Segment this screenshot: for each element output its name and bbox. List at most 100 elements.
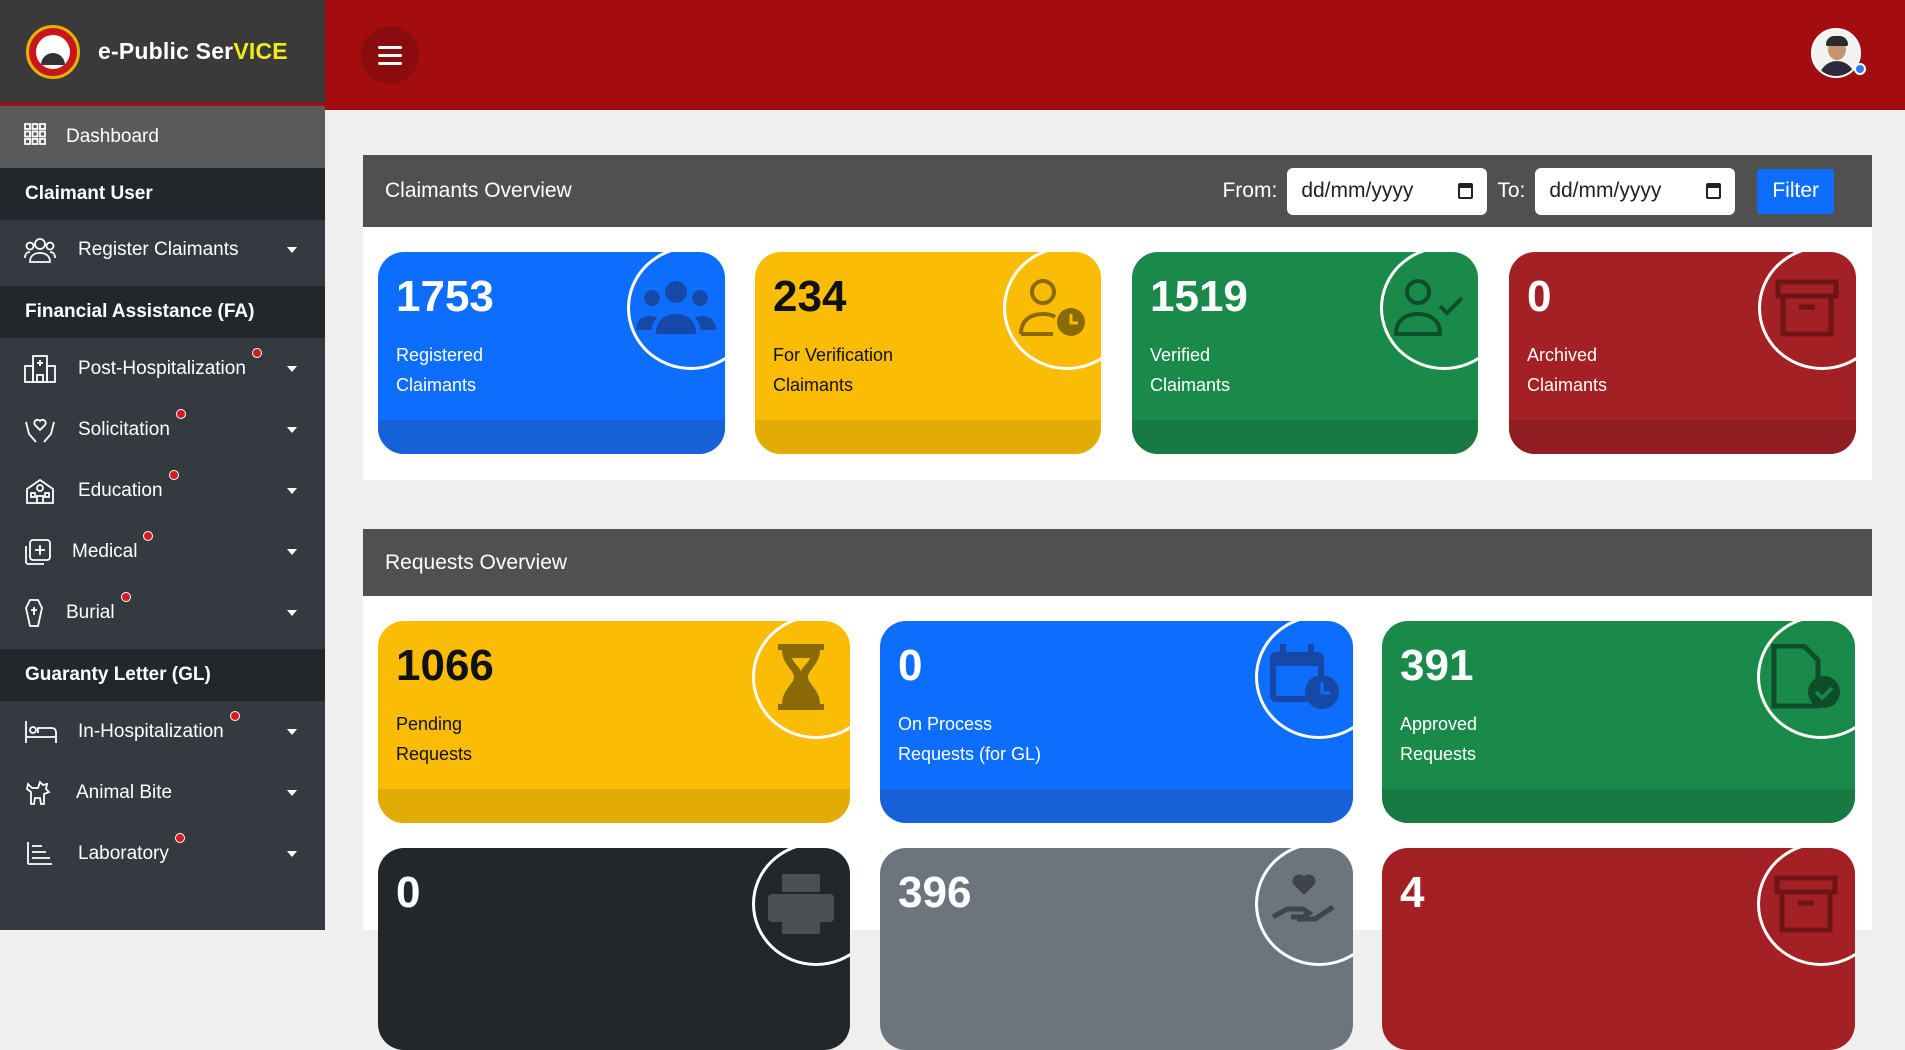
panel-title: Requests Overview — [385, 550, 568, 574]
stat-label: Claimants — [1527, 375, 1608, 395]
stat-label: Pending — [396, 714, 463, 734]
stat-value: 1753 — [396, 272, 494, 321]
approved-requests-card[interactable]: 391 Approved Requests — [1382, 621, 1855, 823]
stat-label: Requests — [396, 744, 473, 764]
brand-name: e-Public SerVICE — [98, 38, 288, 64]
for-verification-claimants-card[interactable]: 234 For Verification Claimants — [755, 252, 1101, 454]
notification-dot — [120, 591, 131, 602]
sidebar-item-dashboard[interactable]: Dashboard — [0, 106, 325, 168]
chevron-down-icon — [287, 247, 297, 253]
chevron-down-icon — [287, 548, 297, 555]
chevron-down-icon — [287, 789, 297, 796]
registered-claimants-card[interactable]: 1753 Registered Claimants — [378, 252, 725, 454]
card-footer — [378, 420, 725, 454]
claimants-overview-panel: Claimants Overview From: dd/mm/yyyy To: … — [363, 155, 1872, 480]
chevron-down-icon — [287, 487, 297, 494]
filter-button[interactable]: Filter — [1757, 168, 1834, 214]
stat-label: Verified — [1150, 345, 1211, 365]
grid-icon — [24, 123, 46, 151]
brand[interactable]: e-Public SerVICE — [0, 0, 325, 106]
stat-value: 0 — [396, 868, 421, 917]
stat-value: 391 — [1400, 641, 1474, 690]
stat-label: Registered — [396, 345, 484, 365]
chevron-down-icon — [287, 426, 297, 433]
hand-heart-icon — [1255, 848, 1353, 966]
to-label: To: — [1497, 179, 1526, 202]
notification-dot — [251, 347, 262, 358]
lab-icon — [24, 840, 60, 868]
panel-title: Claimants Overview — [385, 179, 572, 202]
card-footer — [880, 789, 1353, 823]
verified-claimants-card[interactable]: 1519 Verified Claimants — [1132, 252, 1478, 454]
stat-label: Requests — [1400, 744, 1477, 764]
panel-header: Requests Overview — [363, 529, 1872, 596]
stat-label: For Verification — [773, 345, 894, 365]
sidebar-item-label: Post-Hospitalization — [78, 347, 262, 380]
file-check-icon — [1757, 621, 1855, 739]
notification-dot — [174, 832, 185, 843]
sidebar-item-label: Education — [78, 469, 179, 502]
panel-header: Claimants Overview From: dd/mm/yyyy To: … — [363, 155, 1872, 227]
sidebar-item-solicitation[interactable]: Solicitation — [0, 399, 325, 460]
printer-icon — [752, 848, 850, 966]
sidebar-item-label: Laboratory — [78, 832, 185, 865]
from-date-input[interactable]: dd/mm/yyyy — [1287, 167, 1488, 215]
stat-label: Archived — [1527, 345, 1598, 365]
sidebar-item-label: Dashboard — [66, 126, 159, 147]
notification-dot — [168, 469, 179, 480]
archive-icon — [1757, 848, 1855, 966]
stat-label: Claimants — [1150, 375, 1231, 395]
sidebar-item-label: Medical — [72, 530, 154, 563]
stat-value: 4 — [1400, 868, 1425, 917]
archived-claimants-card[interactable]: 0 Archived Claimants — [1509, 252, 1856, 454]
stat-label: Requests (for GL) — [898, 744, 1042, 764]
chevron-down-icon — [287, 365, 297, 372]
notification-dot — [229, 710, 240, 721]
sidebar-item-register-claimants[interactable]: Register Claimants — [0, 220, 325, 280]
sidebar-item-label: Solicitation — [78, 408, 186, 441]
city-seal-logo — [26, 24, 80, 79]
chevron-down-icon — [287, 850, 297, 857]
section-claimant-user: Claimant User — [0, 168, 325, 220]
sidebar-item-label: Register Claimants — [78, 239, 239, 260]
sidebar-item-post-hospitalization[interactable]: Post-Hospitalization — [0, 338, 325, 399]
hands-heart-icon — [24, 416, 60, 444]
hamburger-menu-button[interactable] — [361, 26, 419, 84]
card-footer — [1132, 420, 1478, 454]
hourglass-icon — [752, 621, 850, 739]
sidebar-item-in-hospitalization[interactable]: In-Hospitalization — [0, 701, 325, 762]
card-footer — [1382, 789, 1855, 823]
stat-value: 1519 — [1150, 272, 1248, 321]
hospital-icon — [24, 354, 60, 384]
calendar-icon — [1706, 183, 1722, 199]
stat-label: On Process — [898, 714, 993, 734]
hospital-bed-icon — [24, 719, 60, 745]
pending-requests-card[interactable]: 1066 Pending Requests — [378, 621, 850, 823]
top-navbar — [325, 0, 1905, 110]
users-icon — [24, 236, 60, 264]
card-footer — [1509, 420, 1856, 454]
assisted-requests-card[interactable]: 396 — [880, 848, 1353, 1050]
sidebar-item-education[interactable]: Education — [0, 460, 325, 521]
sidebar-item-burial[interactable]: Burial — [0, 582, 325, 643]
user-clock-icon — [1003, 252, 1101, 370]
sidebar-item-label: Burial — [66, 591, 131, 624]
on-process-requests-card[interactable]: 0 On Process Requests (for GL) — [880, 621, 1353, 823]
archived-requests-card[interactable]: 4 — [1382, 848, 1855, 1050]
stat-value: 0 — [898, 641, 923, 690]
stat-label: Claimants — [396, 375, 477, 395]
notification-dot — [143, 530, 154, 541]
stat-label: Approved — [1400, 714, 1478, 734]
dog-icon — [24, 778, 58, 808]
archive-icon — [1758, 252, 1856, 370]
from-label: From: — [1222, 179, 1278, 202]
notification-dot — [175, 408, 186, 419]
printed-requests-card[interactable]: 0 — [378, 848, 850, 1050]
users-icon — [627, 252, 725, 370]
user-check-icon — [1380, 252, 1478, 370]
sidebar-item-medical[interactable]: Medical — [0, 521, 325, 582]
sidebar-item-animal-bite[interactable]: Animal Bite — [0, 762, 325, 823]
sidebar-item-laboratory[interactable]: Laboratory — [0, 823, 325, 884]
section-financial-assistance: Financial Assistance (FA) — [0, 286, 325, 338]
to-date-input[interactable]: dd/mm/yyyy — [1535, 167, 1736, 215]
